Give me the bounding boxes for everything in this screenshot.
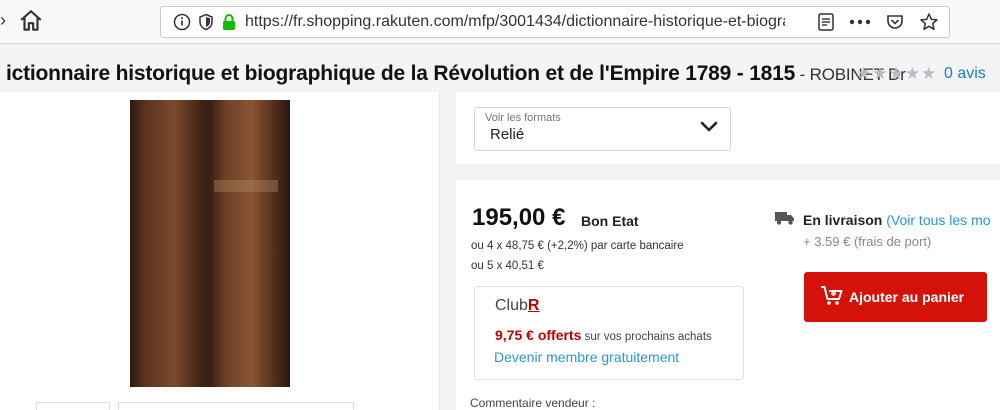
reader-view-icon[interactable]: [817, 12, 835, 32]
club-offer-amount: 9,75 € offerts: [495, 327, 582, 343]
thumbnail[interactable]: [118, 402, 354, 410]
offer-card: 195,00 € Bon Etat ou 4 x 48,75 € (+2,2%)…: [456, 180, 1000, 410]
delivery-modes-link[interactable]: (Voir tous les mo: [882, 212, 990, 228]
truck-icon: [775, 212, 794, 225]
shipping-fee: + 3.59 € (frais de port): [803, 234, 932, 249]
product-image[interactable]: [130, 100, 290, 387]
format-dropdown-value: Relié: [490, 126, 525, 143]
home-icon[interactable]: [18, 8, 44, 34]
lock-icon[interactable]: [221, 13, 237, 31]
installment-4x: ou 4 x 48,75 € (+2,2%) par carte bancair…: [471, 240, 684, 252]
club-offer-rest: sur vos prochains achats: [581, 331, 712, 343]
condition-badge: Bon Etat: [581, 213, 639, 229]
club-r-box: ClubR 9,75 € offerts sur vos prochains a…: [474, 286, 744, 380]
tracking-shield-icon[interactable]: [197, 13, 215, 31]
info-icon[interactable]: [173, 13, 191, 31]
price: 195,00 €: [472, 204, 566, 231]
delivery-label: En livraison: [803, 212, 883, 228]
format-dropdown[interactable]: Voir les formats Relié: [474, 107, 731, 151]
url-text[interactable]: https://fr.shopping.rakuten.com/mfp/3001…: [245, 13, 785, 31]
format-dropdown-label: Voir les formats: [485, 112, 561, 124]
add-to-cart-button[interactable]: Ajouter au panier: [804, 272, 987, 322]
club-r-logo: ClubR: [495, 297, 539, 315]
cart-plus-icon: [821, 286, 843, 305]
seller-comment-label: Commentaire vendeur :: [470, 396, 596, 410]
product-title: ictionnaire historique et biographique d…: [6, 62, 796, 85]
reviews-link[interactable]: 0 avis: [944, 65, 986, 83]
club-offer: 9,75 € offerts sur vos prochains achats: [495, 327, 712, 343]
page-actions-icon[interactable]: [849, 18, 871, 26]
url-bar[interactable]: https://fr.shopping.rakuten.com/mfp/3001…: [160, 6, 950, 38]
format-card: Voir les formats Relié: [456, 92, 1000, 164]
become-member-link[interactable]: Devenir membre gratuitement: [494, 349, 679, 365]
browser-toolbar: › https://fr.shopping.rakuten.com/mfp/30…: [0, 0, 1000, 44]
book-spine-label: [214, 180, 278, 192]
thumbnail[interactable]: [36, 402, 110, 410]
installment-5x: ou 5 x 40,51 €: [471, 260, 544, 272]
page-title: ictionnaire historique et biographique d…: [6, 62, 906, 86]
bookmark-star-icon[interactable]: [919, 12, 939, 32]
club-logo-text: Club: [495, 297, 528, 314]
chevron-down-icon: [700, 121, 718, 132]
toolbar-fragment: ›: [0, 10, 6, 30]
pocket-icon[interactable]: [885, 12, 905, 32]
add-to-cart-label: Ajouter au panier: [849, 289, 965, 305]
rating-stars-icon: ★★★★★: [856, 64, 938, 83]
product-image-panel: [0, 92, 440, 410]
delivery-info: En livraison (Voir tous les mo: [803, 212, 991, 228]
club-logo-r: R: [527, 297, 540, 314]
product-title-bar: ictionnaire historique et biographique d…: [0, 52, 1000, 92]
